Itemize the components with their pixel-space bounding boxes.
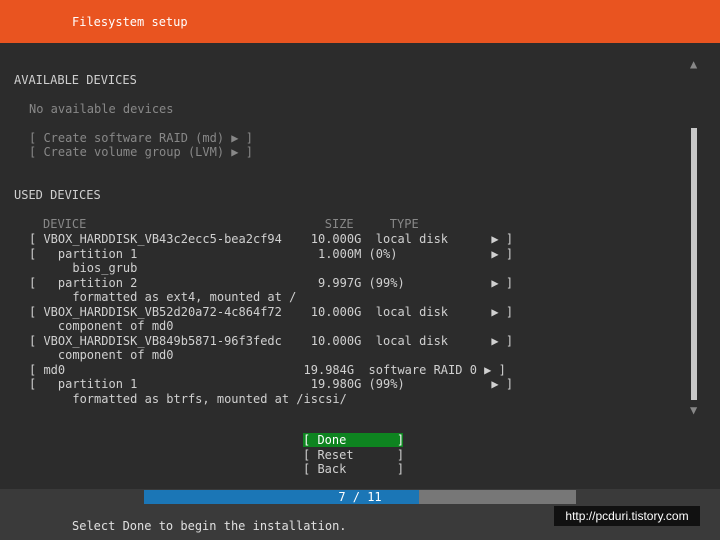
available-devices-heading: AVAILABLE DEVICES — [14, 73, 137, 87]
table-row-detail: formatted as btrfs, mounted at /iscsi/ — [29, 391, 347, 406]
scroll-down-icon[interactable]: ▼ — [690, 403, 697, 418]
done-button[interactable]: [ Done ] — [303, 433, 404, 447]
no-devices-text: No available devices — [29, 102, 174, 116]
table-row-detail: component of md0 — [29, 348, 174, 362]
table-row[interactable]: [ partition 1 19.980G (99%) ▶ ] — [29, 377, 513, 392]
table-row[interactable]: [ VBOX_HARDDISK_VB52d20a72-4c864f72 10.0… — [29, 305, 513, 320]
table-row[interactable]: [ partition 1 1.000M (0%) ▶ ] — [29, 247, 513, 262]
used-devices-heading: USED DEVICES — [14, 188, 101, 202]
reset-button[interactable]: [ Reset ] — [303, 448, 404, 462]
page-title: Filesystem setup — [72, 15, 188, 29]
table-row-detail: component of md0 — [29, 319, 174, 333]
table-row-detail: formatted as ext4, mounted at / — [29, 290, 297, 304]
table-row[interactable]: [ VBOX_HARDDISK_VB849b5871-96f3fedc 10.0… — [29, 334, 513, 349]
table-row[interactable]: [ VBOX_HARDDISK_VB43c2ecc5-bea2cf94 10.0… — [29, 232, 513, 247]
scrollbar[interactable] — [691, 128, 697, 400]
create-lvm-action: [ Create volume group (LVM) ▶ ] — [29, 145, 253, 159]
scroll-up-icon[interactable]: ▲ — [690, 57, 697, 72]
device-table-header: DEVICE SIZE TYPE — [43, 217, 419, 231]
table-row-detail: bios_grub — [29, 261, 138, 275]
footer-hint: Select Done to begin the installation. — [72, 519, 347, 533]
progress-bar: 7 / 11 — [144, 490, 576, 504]
table-row[interactable]: [ md0 19.984G software RAID 0 ▶ ] — [29, 363, 506, 378]
title-bar: Filesystem setup — [0, 0, 720, 43]
create-raid-action: [ Create software RAID (md) ▶ ] — [29, 131, 253, 145]
table-row[interactable]: [ partition 2 9.997G (99%) ▶ ] — [29, 276, 513, 291]
watermark: http://pcduri.tistory.com — [554, 506, 700, 526]
progress-text: 7 / 11 — [338, 490, 382, 504]
back-button[interactable]: [ Back ] — [303, 462, 404, 476]
